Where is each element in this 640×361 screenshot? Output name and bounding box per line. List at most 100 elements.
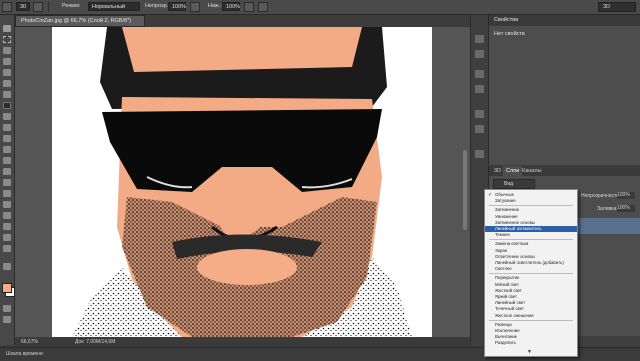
history-panel-icon[interactable] [475,35,484,43]
brush-panel-icon[interactable] [475,150,484,158]
blend-mode-item-label: Линейный осветлитель (добавить) [495,260,564,265]
menu-separator [489,239,573,241]
airbrush-icon[interactable] [244,2,254,12]
type-tool-icon[interactable] [3,190,11,197]
brush-tool-icon[interactable] [3,102,11,109]
blend-mode-item-label: Осветление основы [495,253,535,259]
mode-select[interactable]: Нормальный [88,2,140,11]
blend-mode-item-label: Яркий свет [495,294,517,299]
properties-panel: Свойства Нет свойств [488,15,640,165]
blend-mode-item-label: Затухание [495,198,516,204]
quick-mask-icon[interactable] [3,305,11,312]
blend-mode-item-label: Светлее [495,266,512,272]
healing-brush-tool-icon[interactable] [3,91,11,98]
blend-mode-item-label: Жесткое смешение [495,312,534,318]
hand-tool-icon[interactable] [3,234,11,241]
layer-filter-select[interactable]: Вид [493,179,535,189]
menu-scroll-down-icon[interactable]: ▼ [527,349,532,355]
clone-stamp-tool-icon[interactable] [3,113,11,120]
blend-mode-item-label: Исключение [495,328,520,333]
lasso-tool-icon[interactable] [3,47,11,54]
layer-opacity-field[interactable]: 100% [617,192,635,199]
blend-mode-item-label: Точечный свет [495,306,524,312]
gradient-tool-icon[interactable] [3,146,11,153]
actions-panel-icon[interactable] [475,50,484,58]
blend-mode-item-label: Затемнение [495,207,520,213]
blend-mode-item-label: Мягкий свет [495,281,519,287]
blend-mode-item-label: Затемнение основы [495,219,535,225]
zoom-tool-icon[interactable] [3,245,11,252]
menu-separator [489,205,573,207]
eyedropper-tool-icon[interactable] [3,80,11,87]
options-bar: 30 Режим: Нормальный Непрозр.: 100% Наж.… [0,0,640,15]
properties-empty-text: Нет свойств [494,31,525,37]
timeline-label[interactable]: Шкала времени [6,351,43,357]
layers-panel-tabs: 3D Слои Каналы [489,166,640,176]
move-tool-icon[interactable] [3,25,11,32]
blend-mode-item[interactable]: Светлее [485,266,577,272]
blend-mode-item-label: Линейный свет [495,300,526,306]
document-size: Док: 7,00M/14,6M [75,339,116,345]
document-tab[interactable]: PhotoCinZan.jpg @ 66,7% (Слой 2, RGB/8*) [15,15,145,27]
status-bar: 66,67% Док: 7,00M/14,6M [15,338,470,346]
canvas-scrollbar[interactable] [463,150,467,230]
menu-separator [489,273,573,275]
layer-opacity-label: Непрозрачность: [581,193,621,199]
properties-panel-title[interactable]: Свойства [489,15,640,26]
blend-mode-item[interactable]: Разделить [485,340,577,346]
brush-size-field[interactable]: 30 [16,2,30,11]
blend-mode-item[interactable]: Затухание [485,198,577,204]
eraser-tool-icon[interactable] [3,135,11,142]
blend-mode-item-label: Линейный затемнитель [495,226,542,231]
tab-channels[interactable]: Каналы [519,166,545,176]
blend-mode-item-label: Перекрытие [495,275,520,281]
foreground-color-swatch[interactable] [2,283,12,293]
dodge-tool-icon[interactable] [3,168,11,175]
tools-panel [0,15,15,345]
brush-tool-preset-icon[interactable] [2,2,12,12]
color-panel-icon[interactable] [475,85,484,93]
quick-select-tool-icon[interactable] [3,58,11,65]
blend-mode-menu: ✓ Обычные Затухание Затемнение Умножение Зате… [484,189,578,357]
layer-filter-label: Вид [504,181,514,187]
blur-tool-icon[interactable] [3,157,11,164]
pen-tool-icon[interactable] [3,179,11,186]
3d-tool-icon[interactable] [3,223,11,230]
zoom-readout[interactable]: 66,67% [21,339,38,345]
blend-mode-item-label: Вычитание [495,334,518,340]
menu-separator [489,319,573,321]
blend-mode-item-label: Разделить [495,340,516,346]
blend-mode-item-label: Обычные [495,192,514,197]
layer-fill-label: Заливка: [597,206,618,212]
blend-mode-item-label: Темнее [495,232,510,238]
swatches-panel-icon[interactable] [475,70,484,78]
pressure-opacity-icon[interactable] [190,2,200,12]
path-select-tool-icon[interactable] [3,201,11,208]
portrait-illustration [52,27,432,337]
styles-panel-icon[interactable] [475,125,484,133]
blend-mode-item[interactable]: Жесткое смешение [485,313,577,319]
shape-tool-icon[interactable] [3,212,11,219]
adjustments-panel-icon[interactable] [475,110,484,118]
pressure-size-icon[interactable] [258,2,268,12]
divider [48,2,49,12]
blend-mode-item-label: Замена светлым [495,241,529,247]
blend-mode-item[interactable]: Темнее [485,232,577,238]
opacity-label: Непрозр.: [145,3,170,9]
blend-mode-item-label: Жесткий свет [495,287,522,293]
marquee-tool-icon[interactable] [3,36,11,43]
history-brush-tool-icon[interactable] [3,124,11,131]
mode-label: Режим: [62,3,81,9]
opacity-field[interactable]: 100% [168,2,186,11]
image-canvas[interactable] [52,27,432,337]
crop-tool-icon[interactable] [3,69,11,76]
blend-mode-item-label: Разница [495,321,512,327]
flow-label: Наж.: [208,3,222,9]
more-tools-icon[interactable] [3,263,11,270]
screen-mode-icon[interactable] [3,316,11,323]
layer-fill-field[interactable]: 100% [617,205,635,212]
brush-panel-icon[interactable] [33,2,43,12]
blend-mode-item-label: Экран [495,247,508,253]
workspace-select[interactable]: 3D [598,2,636,12]
flow-field[interactable]: 100% [222,2,240,11]
